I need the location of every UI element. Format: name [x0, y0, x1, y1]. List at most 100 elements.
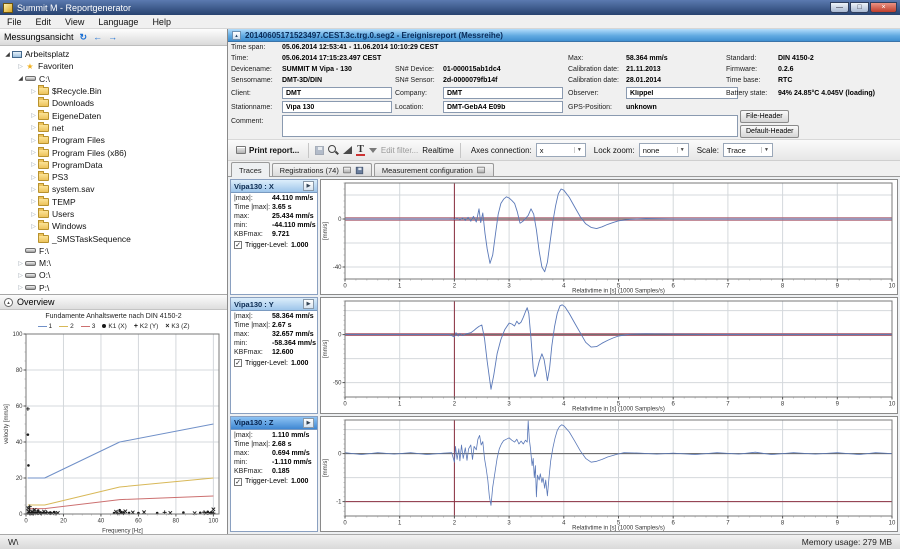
overview-chart[interactable]: 020406080100020406080100Frequency [Hz]ve…	[2, 331, 225, 534]
svg-text:velocity [mm/s]: velocity [mm/s]	[4, 404, 10, 444]
menu-item-view[interactable]: View	[58, 17, 91, 27]
fit-view-icon[interactable]	[343, 146, 352, 154]
expander-icon[interactable]: ▷	[16, 272, 25, 279]
tree-item[interactable]: ▷Program Files (x86)	[0, 146, 227, 158]
trigger-level-checkbox[interactable]: ✓	[234, 478, 242, 486]
save-icon[interactable]	[315, 146, 324, 155]
back-arrow-icon[interactable]: ←	[93, 32, 102, 42]
tree-item[interactable]: ▷$Recycle.Bin	[0, 85, 227, 97]
tree-item[interactable]: ▷TEMP	[0, 196, 227, 208]
play-icon[interactable]: ▶	[303, 181, 314, 191]
expander-icon[interactable]: ▷	[29, 161, 38, 168]
folder-icon	[38, 173, 49, 181]
channel-x-header[interactable]: Vipa130 : X ▶	[231, 180, 317, 193]
close-button[interactable]: ×	[870, 2, 897, 13]
tree-item[interactable]: ▷PS3	[0, 171, 227, 183]
expander-icon[interactable]: ▷	[29, 124, 38, 131]
svg-text:0: 0	[338, 451, 342, 457]
tree-item[interactable]: ◢Arbeitsplatz	[0, 48, 227, 60]
tab-measurement-configuration[interactable]: Measurement configuration	[374, 163, 494, 176]
minimize-button[interactable]: —	[830, 2, 849, 13]
tree-item[interactable]: ▷system.sav	[0, 183, 227, 195]
play-icon[interactable]: ▶	[303, 418, 314, 428]
observer-input[interactable]	[626, 87, 738, 99]
tree-item[interactable]: ▷net	[0, 122, 227, 134]
expander-icon[interactable]: ▷	[29, 112, 38, 119]
zoom-icon[interactable]	[328, 145, 339, 156]
realtime-button[interactable]: Realtime	[422, 146, 454, 155]
svg-text:8: 8	[781, 402, 785, 408]
edit-filter-button[interactable]: Edit filter...	[381, 146, 418, 155]
expander-icon[interactable]: ▷	[29, 186, 38, 193]
expander-icon[interactable]: ▷	[29, 223, 38, 230]
menu-item-help[interactable]: Help	[145, 17, 178, 27]
tree-item[interactable]: ▷Users	[0, 208, 227, 220]
tree-item[interactable]: ▷★Favoriten	[0, 60, 227, 72]
file-header-button[interactable]: File-Header	[740, 110, 789, 123]
axes-connection-select[interactable]: x ▼	[536, 143, 586, 157]
tree-item[interactable]: ▷EigeneDaten	[0, 109, 227, 121]
collapse-report-icon[interactable]: ▴	[232, 31, 241, 40]
svg-text:9: 9	[836, 402, 840, 408]
print-report-button[interactable]: Print report...	[233, 145, 302, 156]
tree-item[interactable]: ◢C:\	[0, 73, 227, 85]
stationname-label: Stationname:	[231, 104, 272, 111]
play-icon[interactable]: ▶	[303, 299, 314, 309]
lock-zoom-select[interactable]: none ▼	[639, 143, 689, 157]
chevron-down-icon: ▼	[677, 147, 685, 153]
channel-z-header[interactable]: Vipa130 : Z ▶	[231, 417, 317, 430]
tree-item-label: Windows	[52, 221, 86, 231]
firmware-label: Firmware:	[726, 66, 757, 73]
default-header-button[interactable]: Default-Header	[740, 125, 799, 138]
waveform-chart-z[interactable]: 0123456789100-1Relativtime in [s] (1000 …	[320, 416, 898, 532]
tab-traces[interactable]: Traces	[231, 162, 270, 177]
tree-item[interactable]: ▷O:\	[0, 269, 227, 281]
waveform-chart-x[interactable]: 0123456789100-40Relativtime in [s] (1000…	[320, 179, 898, 295]
expander-icon[interactable]: ▷	[29, 149, 38, 156]
devicename-label: Devicename:	[231, 66, 272, 73]
menu-item-file[interactable]: File	[0, 17, 29, 27]
filter-icon[interactable]	[369, 148, 377, 153]
svg-text:0: 0	[343, 402, 347, 408]
expander-icon[interactable]: ▷	[16, 63, 25, 70]
scale-select[interactable]: Trace ▼	[723, 143, 773, 157]
expander-icon[interactable]: ▷	[16, 284, 25, 291]
trigger-level-checkbox[interactable]: ✓	[234, 359, 242, 367]
svg-text:6: 6	[672, 402, 676, 408]
company-input[interactable]	[443, 87, 563, 99]
forward-arrow-icon[interactable]: →	[108, 32, 117, 42]
client-input[interactable]	[282, 87, 392, 99]
expander-icon[interactable]: ▷	[16, 260, 25, 267]
menu-item-edit[interactable]: Edit	[29, 17, 59, 27]
expander-icon[interactable]: ▷	[29, 198, 38, 205]
waveform-chart-y[interactable]: 0123456789100-50Relativtime in [s] (1000…	[320, 297, 898, 413]
tree-item[interactable]: ▷Program Files	[0, 134, 227, 146]
legend-swatch	[102, 324, 106, 328]
expander-icon[interactable]: ◢	[16, 75, 25, 82]
tab-registrations[interactable]: Registrations (74)	[272, 163, 372, 176]
expander-icon[interactable]: ▷	[29, 174, 38, 181]
expander-icon[interactable]: ▷	[29, 211, 38, 218]
maximize-button[interactable]: □	[850, 2, 869, 13]
tree-item[interactable]: _SMSTaskSequence	[0, 232, 227, 244]
collapse-overview-icon[interactable]: ▴	[4, 298, 13, 307]
expander-icon[interactable]: ▷	[29, 137, 38, 144]
expander-icon[interactable]: ▷	[29, 88, 38, 95]
tree-item[interactable]: ▷ Windows	[0, 220, 227, 232]
tree-item[interactable]: Downloads	[0, 97, 227, 109]
comment-textarea[interactable]	[282, 115, 738, 137]
folder-icon	[38, 222, 49, 230]
folder-tree[interactable]: ◢Arbeitsplatz▷★Favoriten◢C:\▷$Recycle.Bi…	[0, 46, 227, 295]
channel-y-header[interactable]: Vipa130 : Y ▶	[231, 298, 317, 311]
refresh-icon[interactable]: ↻	[80, 32, 88, 42]
stationname-input[interactable]	[282, 101, 392, 113]
tree-item[interactable]: ▷M:\	[0, 257, 227, 269]
location-input[interactable]	[443, 101, 563, 113]
tree-item[interactable]: ▷ProgramData	[0, 159, 227, 171]
menu-item-language[interactable]: Language	[91, 17, 145, 27]
expander-icon[interactable]: ◢	[3, 51, 12, 58]
text-tool-icon[interactable]: T	[356, 145, 365, 156]
trigger-level-checkbox[interactable]: ✓	[234, 241, 242, 249]
tree-item[interactable]: F:\	[0, 245, 227, 257]
tree-item[interactable]: ▷P:\	[0, 282, 227, 294]
